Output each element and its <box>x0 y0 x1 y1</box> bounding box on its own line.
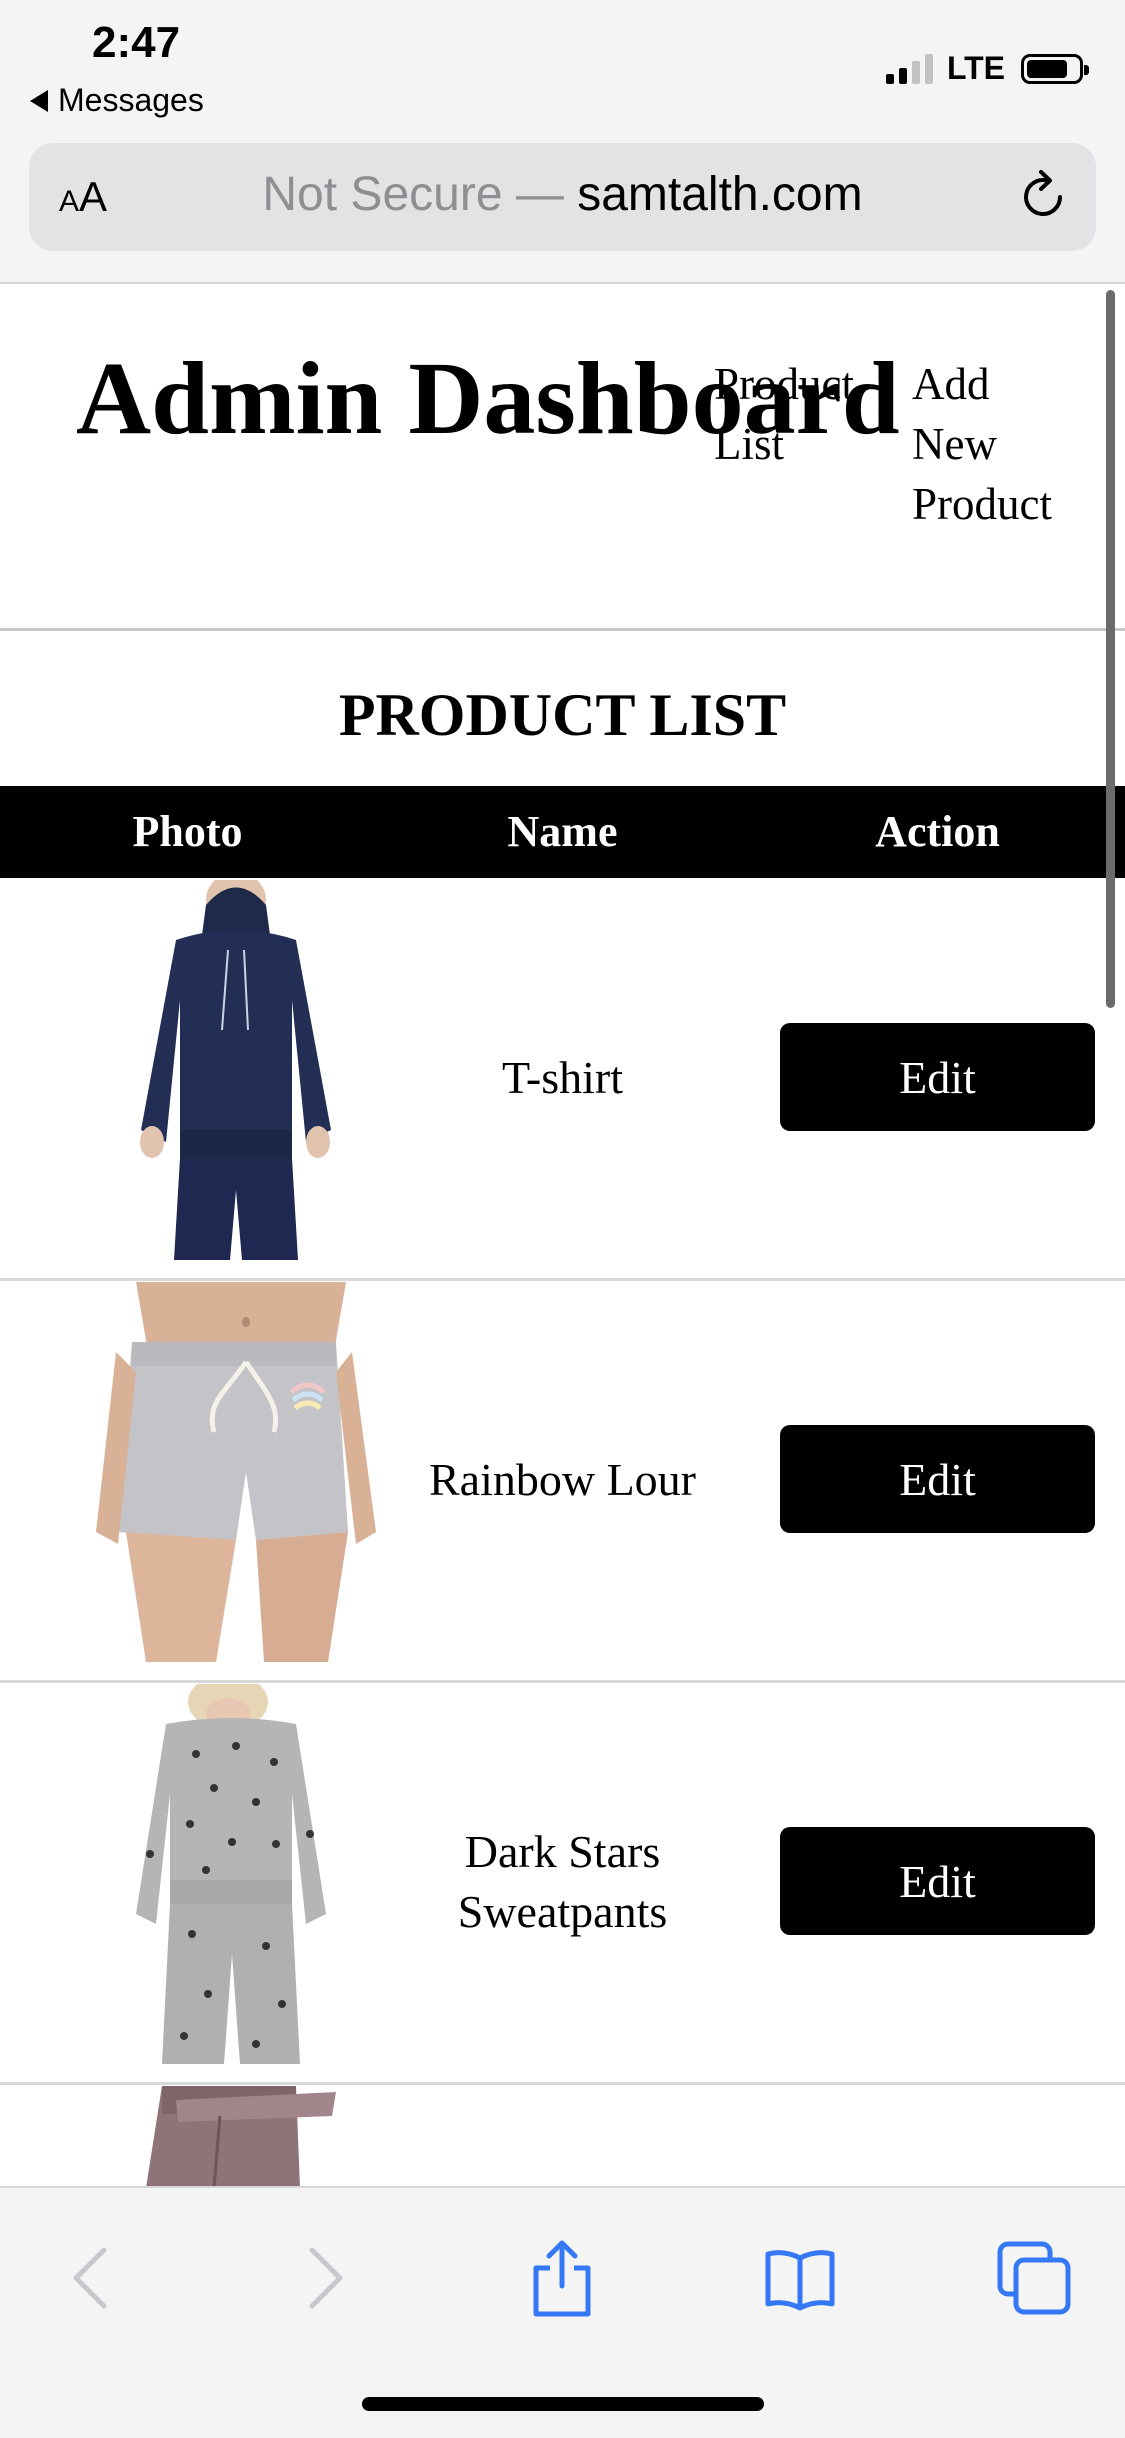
product-photo <box>96 1684 376 2064</box>
edit-button[interactable]: Edit <box>780 1425 1095 1533</box>
home-indicator[interactable] <box>362 2397 764 2411</box>
address-bar[interactable]: AA Not Secure — samtalth.com <box>29 143 1096 251</box>
url-display[interactable]: Not Secure — samtalth.com <box>29 167 1096 222</box>
edit-button[interactable]: Edit <box>780 1023 1095 1131</box>
table-row: Dark Stars Sweatpants Edit <box>0 1682 1125 2085</box>
table-row <box>0 2084 1125 2186</box>
tabs-icon[interactable] <box>994 2238 1074 2318</box>
column-action: Action <box>875 807 1000 856</box>
product-name: Rainbow Lour <box>428 1454 696 1505</box>
security-label: Not Secure — <box>262 168 564 221</box>
edit-button[interactable]: Edit <box>780 1827 1095 1935</box>
signal-strength-icon <box>885 53 933 84</box>
column-name: Name <box>507 807 618 856</box>
browser-chrome: 2:47 Messages LTE AA Not Secure — samtal… <box>0 0 1125 284</box>
page-scrollbar[interactable] <box>1106 290 1115 1008</box>
status-indicators: LTE <box>885 50 1089 87</box>
url-domain: samtalth.com <box>577 168 863 221</box>
back-app-label: Messages <box>58 82 204 118</box>
site-header: Admin Dashboard Product List Add New Pro… <box>0 284 1125 631</box>
product-photo <box>96 2086 376 2186</box>
battery-icon <box>1021 53 1089 84</box>
back-to-messages[interactable]: Messages <box>30 82 204 119</box>
table-row: T-shirt Edit <box>0 878 1125 1281</box>
nav-add-new-product[interactable]: Add New Product <box>912 354 1082 534</box>
reload-icon[interactable] <box>1014 168 1072 226</box>
share-icon[interactable] <box>522 2238 602 2318</box>
forward-arrow-icon[interactable] <box>284 2238 364 2318</box>
product-photo <box>96 880 376 1260</box>
status-time: 2:47 <box>92 18 181 67</box>
back-arrow-icon[interactable] <box>52 2238 132 2318</box>
back-triangle-icon <box>30 89 48 112</box>
product-name: T-shirt <box>502 1052 623 1103</box>
product-list-heading: PRODUCT LIST <box>338 682 787 748</box>
nav-product-list[interactable]: Product List <box>714 354 889 474</box>
product-photo <box>96 1282 376 1662</box>
table-header: Photo Name Action <box>0 786 1125 878</box>
bookmarks-icon[interactable] <box>760 2238 840 2318</box>
table-row: Rainbow Lour Edit <box>0 1280 1125 1683</box>
network-type: LTE <box>946 50 1005 86</box>
product-name: Dark Stars Sweatpants <box>457 1826 668 1937</box>
column-photo: Photo <box>132 807 243 856</box>
